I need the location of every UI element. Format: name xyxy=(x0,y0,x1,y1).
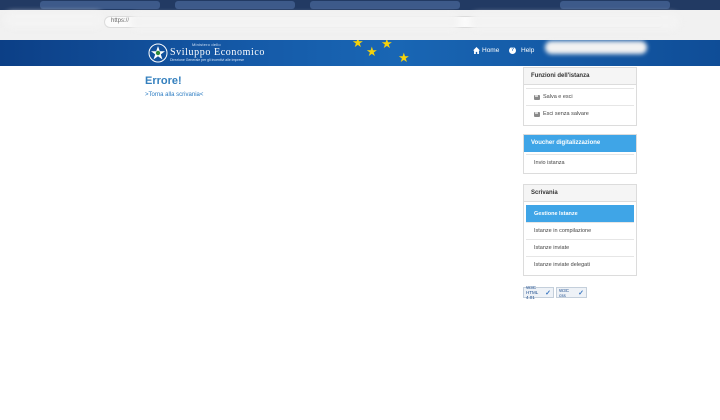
delegated-applications-sent-link[interactable]: Istanze inviate delegati xyxy=(526,256,634,273)
send-application-link[interactable]: Invio istanza xyxy=(526,154,634,171)
save-and-exit-link[interactable]: Salva e esci xyxy=(526,88,634,105)
logo-subtitle: Direzione Generale per gli incentivi all… xyxy=(170,58,245,62)
applications-sent-link[interactable]: Istanze inviate xyxy=(526,239,634,256)
check-icon: ✓ xyxy=(578,289,584,297)
save-icon xyxy=(534,94,540,100)
eu-star-icon: ★ xyxy=(366,44,378,59)
manage-applications-link[interactable]: Gestione Istanze xyxy=(526,205,634,222)
panel-item-label: Gestione Istanze xyxy=(534,210,578,217)
page-title: Errore! xyxy=(145,75,182,87)
nav-help-link[interactable]: ? Help xyxy=(509,47,534,54)
panel-title: Scrivania xyxy=(524,185,636,202)
eu-star-icon: ★ xyxy=(381,40,393,51)
panel-item-label: Esci senza salvare xyxy=(543,111,589,117)
home-icon xyxy=(473,47,480,54)
logo-title[interactable]: Sviluppo Economico xyxy=(170,47,265,58)
save-icon xyxy=(534,111,540,117)
w3c-css-badge[interactable]: W3C css ✓ xyxy=(556,287,587,298)
nav-home-label: Home xyxy=(482,47,500,54)
panel-item-label: Istanze inviate xyxy=(534,245,570,251)
browser-tab[interactable] xyxy=(40,1,160,9)
panel-item-label: Istanze inviate delegati xyxy=(534,262,590,268)
panel-item-label: Salva e esci xyxy=(543,94,573,100)
url-redacted xyxy=(130,14,460,30)
browser-chrome: https:// xyxy=(0,0,720,40)
applications-in-progress-link[interactable]: Istanze in compilazione xyxy=(526,222,634,239)
browser-tab[interactable] xyxy=(310,1,460,9)
exit-without-saving-link[interactable]: Esci senza salvare xyxy=(526,105,634,122)
panel-voucher: Voucher digitalizzazione Invio istanza xyxy=(523,134,637,174)
url-redacted xyxy=(470,13,680,30)
panel-item-label: Invio istanza xyxy=(534,160,565,166)
url-text: https:// xyxy=(111,18,130,24)
panel-title: Voucher digitalizzazione xyxy=(524,135,636,152)
check-icon: ✓ xyxy=(545,289,551,297)
panel-item-label: Istanze in compilazione xyxy=(534,228,592,234)
browser-nav-buttons[interactable] xyxy=(4,12,104,28)
user-menu-redacted[interactable] xyxy=(545,41,647,54)
nav-home-link[interactable]: Home xyxy=(473,47,499,54)
tab-strip xyxy=(0,0,720,10)
browser-tab[interactable] xyxy=(560,1,670,9)
browser-tab[interactable] xyxy=(175,1,295,9)
w3c-html-badge[interactable]: W3C HTML 4.01 ✓ xyxy=(523,285,554,300)
badge-label: W3C css xyxy=(559,287,569,298)
emblem-icon[interactable] xyxy=(148,43,168,63)
help-icon: ? xyxy=(509,47,516,54)
panel-funzioni-istanza: Funzioni dell'istanza Salva e esci Esci … xyxy=(523,67,637,126)
eu-star-icon: ★ xyxy=(398,50,410,65)
back-to-desk-link[interactable]: >Torna alla scrivania< xyxy=(145,92,203,98)
badge-label: W3C HTML 4.01 xyxy=(526,285,539,300)
nav-help-label: Help xyxy=(521,47,535,54)
eu-star-icon: ★ xyxy=(352,40,364,50)
panel-scrivania: Scrivania Gestione Istanze Istanze in co… xyxy=(523,184,637,276)
panel-title: Funzioni dell'istanza xyxy=(524,68,636,85)
